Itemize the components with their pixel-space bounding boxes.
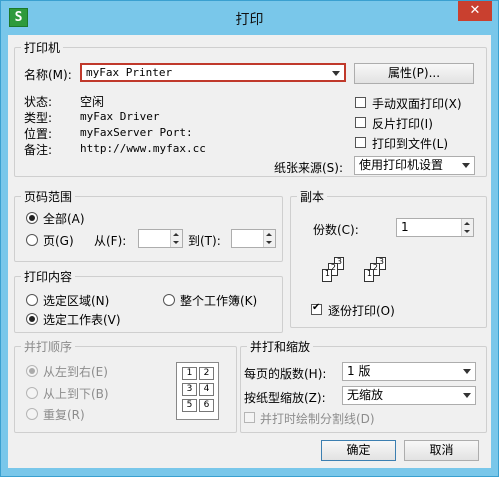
sheet-label[interactable]: 选定工作表(V) (43, 311, 121, 328)
selection-label[interactable]: 选定区域(N) (43, 292, 109, 309)
printer-name-value: myFax Printer (86, 66, 173, 79)
order-ttb-label[interactable]: 从上到下(B) (43, 385, 109, 402)
print-dialog: S 打印 ✕ 打印机 名称(M): myFax Printer 属性(P)...… (0, 0, 499, 477)
printer-group-title: 打印机 (21, 39, 64, 56)
range-to-label: 到(T): (188, 234, 221, 248)
collate-checkbox[interactable] (311, 302, 322, 315)
chevron-down-icon (463, 369, 471, 374)
reverse-checkbox[interactable] (355, 117, 366, 128)
status-label: 状态: (24, 95, 53, 109)
order-cell: 4 (199, 383, 214, 396)
location-value: myFaxServer Port: (80, 126, 193, 139)
order-cell: 5 (182, 399, 197, 412)
print-what-title: 打印内容 (21, 268, 76, 285)
per-page-value: 1 版 (347, 364, 371, 378)
order-ttb-radio[interactable] (26, 387, 38, 399)
title-bar[interactable]: S 打印 ✕ (1, 1, 498, 35)
range-from-label: 从(F): (94, 234, 127, 248)
copies-count-value: 1 (401, 220, 409, 234)
selection-radio[interactable] (26, 294, 38, 306)
type-value: myFax Driver (80, 110, 160, 123)
sheet-radio[interactable] (26, 313, 38, 325)
range-from-spinner[interactable] (170, 230, 182, 247)
printer-name-label: 名称(M): (24, 68, 72, 82)
scale-select[interactable]: 无缩放 (342, 386, 476, 405)
duplex-checkbox[interactable] (355, 97, 366, 108)
print-to-file-label[interactable]: 打印到文件(L) (372, 135, 448, 152)
copies-count-input[interactable]: 1 (396, 218, 474, 237)
collate-label[interactable]: 逐份打印(O) (328, 302, 395, 319)
copies-count-label: 份数(C): (313, 223, 359, 237)
printer-name-select[interactable]: myFax Printer (80, 63, 346, 82)
order-ltr-label[interactable]: 从左到右(E) (43, 363, 108, 380)
order-preview-grid: 1 2 3 4 5 6 (176, 362, 219, 420)
cancel-button[interactable]: 取消 (404, 440, 479, 461)
order-ltr-radio[interactable] (26, 365, 38, 377)
chevron-down-icon (463, 393, 471, 398)
draw-lines-checkbox[interactable] (244, 412, 255, 423)
order-title: 并打顺序 (21, 338, 76, 355)
comment-label: 备注: (24, 143, 53, 157)
range-pages-radio[interactable] (26, 234, 38, 246)
range-pages-label[interactable]: 页(G) (43, 232, 74, 249)
page-range-title: 页码范围 (21, 188, 76, 205)
order-repeat-label[interactable]: 重复(R) (43, 406, 85, 423)
range-from-input[interactable] (138, 229, 183, 248)
per-page-label: 每页的版数(H): (244, 367, 327, 381)
range-to-input[interactable] (231, 229, 276, 248)
location-label: 位置: (24, 127, 53, 141)
status-value: 空闲 (80, 95, 105, 109)
properties-button[interactable]: 属性(P)... (354, 63, 474, 84)
order-cell: 6 (199, 399, 214, 412)
copies-title: 副本 (297, 188, 328, 205)
scale-value: 无缩放 (347, 388, 384, 402)
workbook-label[interactable]: 整个工作簿(K) (180, 292, 257, 309)
paper-source-select[interactable]: 使用打印机设置 (354, 156, 475, 175)
duplex-label[interactable]: 手动双面打印(X) (372, 95, 462, 112)
close-button[interactable]: ✕ (458, 1, 492, 21)
print-to-file-checkbox[interactable] (355, 137, 366, 148)
order-cell: 3 (182, 383, 197, 396)
comment-value: http://www.myfax.cc (80, 142, 206, 155)
type-label: 类型: (24, 111, 53, 125)
scale-label: 按纸型缩放(Z): (244, 391, 326, 405)
paper-source-value: 使用打印机设置 (359, 158, 444, 172)
dialog-body: 打印机 名称(M): myFax Printer 属性(P)... 状态: 空闲… (8, 35, 491, 468)
workbook-radio[interactable] (163, 294, 175, 306)
chevron-down-icon (332, 71, 340, 76)
ok-button[interactable]: 确定 (321, 440, 396, 461)
window-title: 打印 (235, 12, 264, 28)
range-all-radio[interactable] (26, 212, 38, 224)
chevron-down-icon (462, 163, 470, 168)
order-cell: 2 (199, 367, 214, 380)
copies-count-spinner[interactable] (461, 219, 473, 236)
per-page-select[interactable]: 1 版 (342, 362, 476, 381)
range-all-label[interactable]: 全部(A) (43, 210, 85, 227)
order-cell: 1 (182, 367, 197, 380)
zoom-title: 并打和缩放 (247, 338, 314, 355)
range-to-spinner[interactable] (263, 230, 275, 247)
reverse-label[interactable]: 反片打印(I) (372, 115, 433, 132)
draw-lines-label[interactable]: 并打时绘制分割线(D) (260, 410, 375, 427)
order-repeat-radio[interactable] (26, 408, 38, 420)
paper-source-label: 纸张来源(S): (274, 161, 344, 175)
